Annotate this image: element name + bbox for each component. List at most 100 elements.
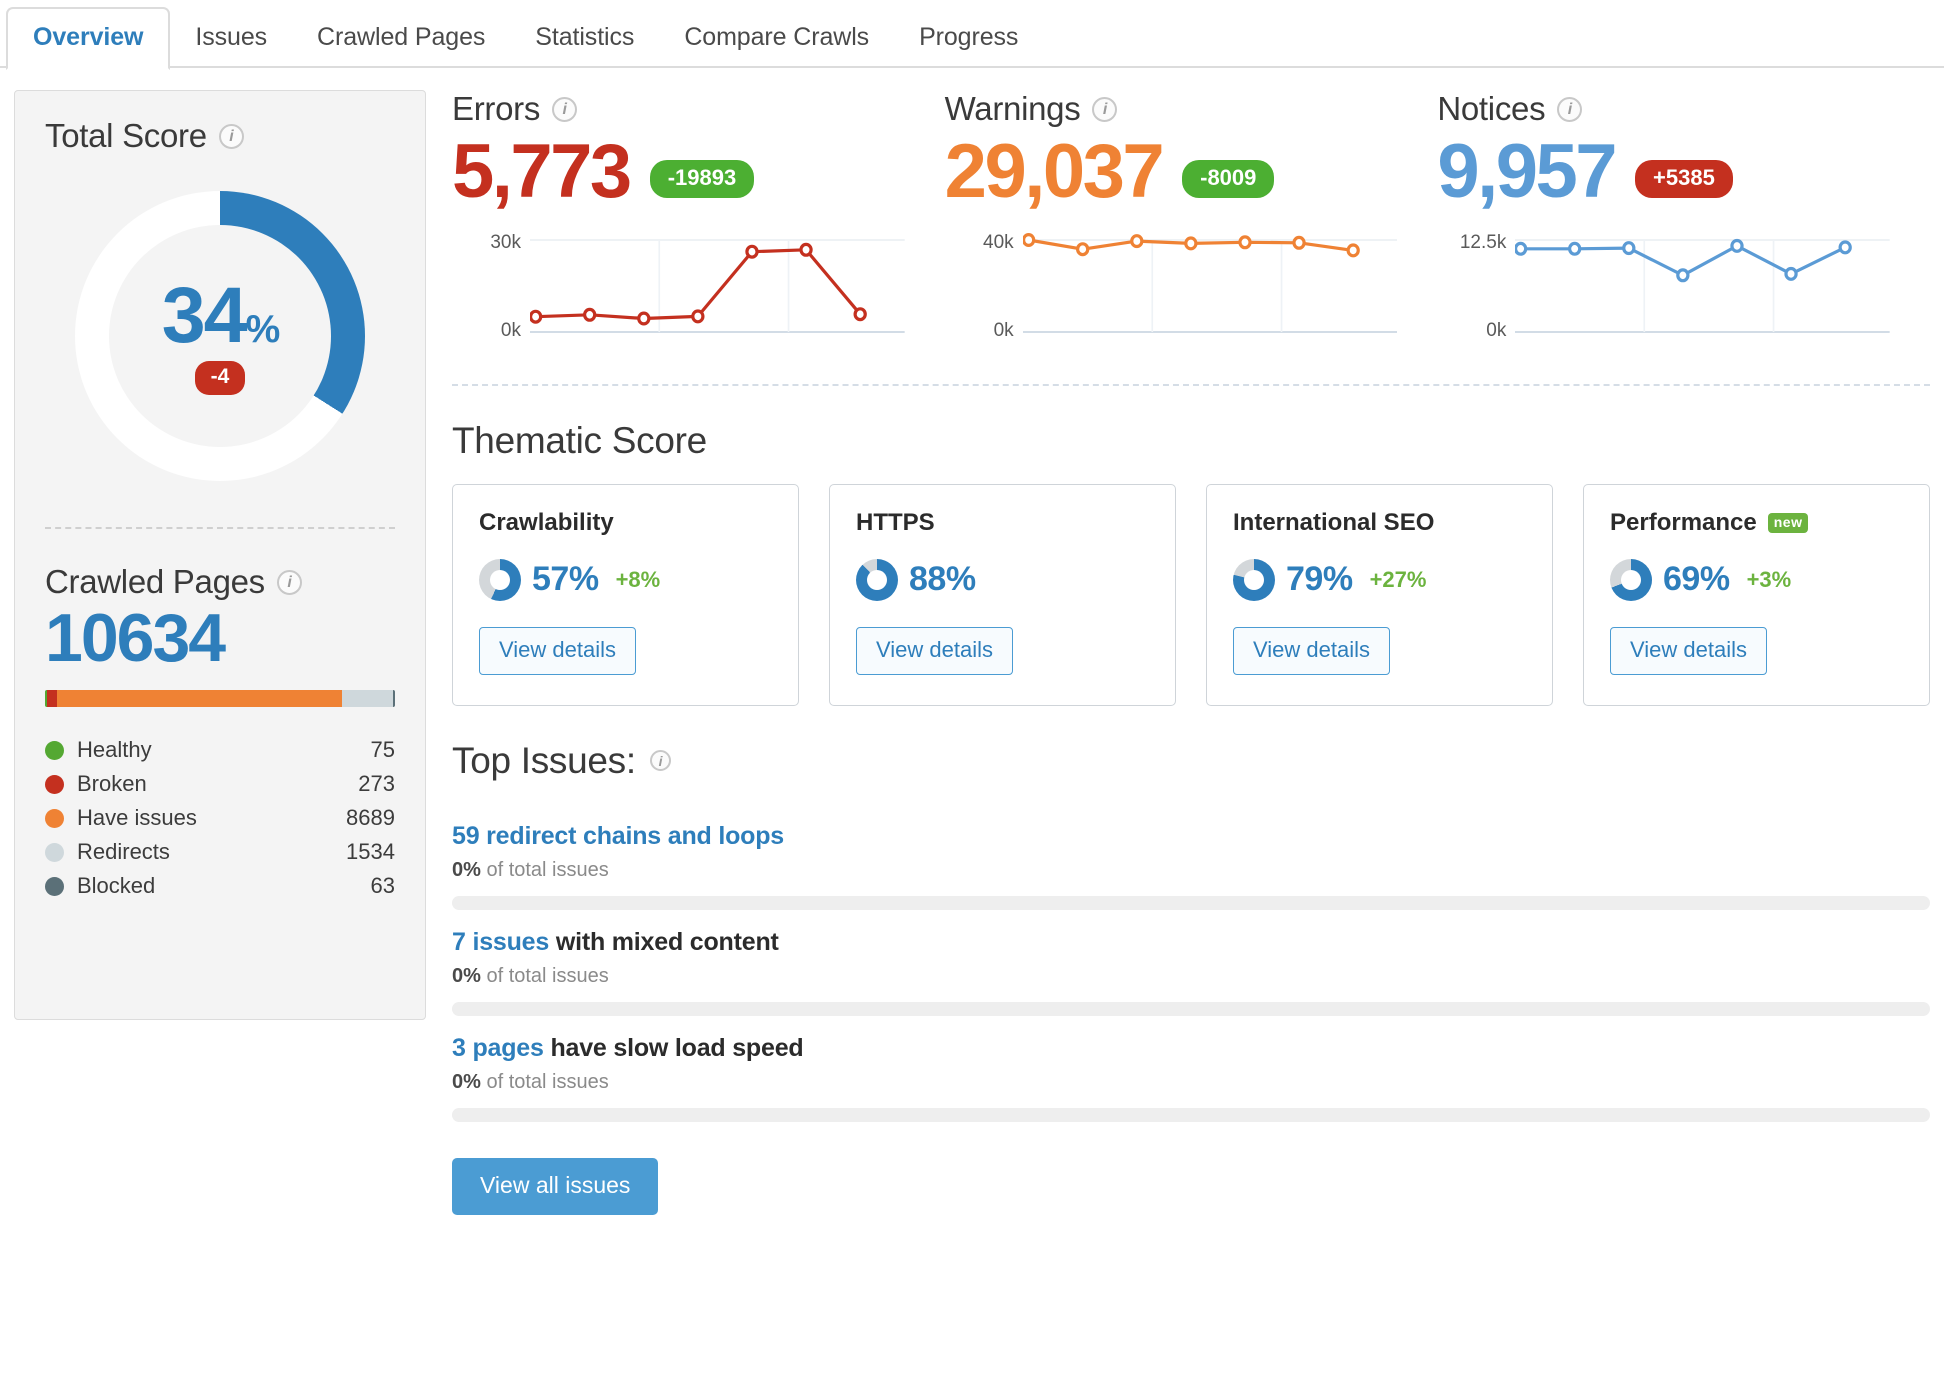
legend-value: 273 [358, 771, 395, 797]
tab-compare-crawls[interactable]: Compare Crawls [659, 9, 894, 68]
info-icon[interactable]: i [649, 750, 671, 772]
issue-link[interactable]: 7 issues [452, 928, 549, 956]
issue-progress-bar [452, 1001, 1930, 1016]
notices-chart[interactable] [1515, 232, 1891, 342]
legend-dot [45, 876, 64, 896]
warnings-label: Warnings [944, 90, 1081, 127]
issue-title: 7 issues with mixed content [452, 928, 1930, 957]
view-details-button[interactable]: View details [479, 626, 636, 675]
info-icon[interactable]: i [1557, 96, 1583, 122]
mini-donut-hole [867, 569, 887, 590]
thematic-delta: +27% [1369, 566, 1427, 592]
legend-row[interactable]: Redirects 1534 [45, 835, 395, 869]
legend-row[interactable]: Broken 273 [45, 767, 395, 801]
metric-warnings: Warnings i 29,037 -8009 40k 0k [945, 90, 1438, 342]
thematic-score-heading: Thematic Score [452, 420, 1930, 462]
top-issues-heading: Top Issues: i [452, 740, 1930, 782]
thematic-percent: 88% [909, 560, 976, 599]
warnings-chart[interactable] [1022, 232, 1398, 342]
issue-subtext: 0% of total issues [452, 859, 1930, 882]
issue-percent: 0% [452, 1070, 481, 1093]
info-icon[interactable]: i [552, 96, 578, 122]
issue-subtext: 0% of total issues [452, 1071, 1930, 1094]
thematic-percent: 69% [1663, 560, 1730, 599]
notices-axis: 12.5k 0k [1437, 232, 1515, 342]
view-all-issues-button[interactable]: View all issues [452, 1157, 659, 1215]
thematic-metric: 88% [856, 558, 1149, 601]
crawled-bar-segment [56, 690, 343, 708]
legend-row[interactable]: Healthy 75 [45, 733, 395, 767]
thematic-delta: +3% [1746, 566, 1792, 592]
errors-axis: 30k 0k [452, 232, 530, 342]
total-score-title: Total Score i [45, 117, 395, 155]
issue-rest: have slow load speed [543, 1033, 804, 1062]
issue-percent-rest: of total issues [480, 1070, 609, 1093]
metric-notices: Notices i 9,957 +5385 12.5k 0k [1437, 90, 1930, 342]
thematic-card: Performance new 69% +3% View details [1583, 483, 1930, 706]
issue-progress-bar [452, 1107, 1930, 1122]
crawled-pages-total: 10634 [45, 600, 226, 676]
score-number: 34 [161, 270, 248, 360]
tab-crawled-pages[interactable]: Crawled Pages [292, 9, 510, 68]
thematic-score-label: Thematic Score [452, 419, 707, 461]
issue-row: 3 pages have slow load speed 0% of total … [452, 1016, 1930, 1122]
view-details-button[interactable]: View details [1233, 626, 1390, 675]
legend-dot [45, 808, 64, 828]
thematic-card-label: International SEO [1233, 508, 1435, 536]
thematic-card-title: Performance new [1610, 509, 1903, 537]
issue-link[interactable]: 3 pages [452, 1034, 544, 1062]
crawled-bar-segment [47, 690, 57, 708]
legend-label: Blocked [77, 873, 156, 899]
metric-errors: Errors i 5,773 -19893 30k 0k [452, 90, 945, 342]
legend-value: 1534 [346, 839, 395, 865]
errors-chart[interactable] [530, 232, 905, 342]
thematic-metric: 57% +8% [479, 558, 772, 601]
warnings-delta-badge: -8009 [1182, 159, 1275, 198]
errors-axis-top: 30k [490, 231, 521, 253]
crawled-pages-legend: Healthy 75 Broken 273 Have issues 8689 Redirec… [45, 733, 395, 903]
notices-title: Notices i [1437, 90, 1890, 128]
issue-title: 59 redirect chains and loops [452, 822, 1930, 851]
issue-link[interactable]: 59 redirect chains and loops [452, 822, 784, 850]
legend-dot [45, 740, 64, 760]
new-badge: new [1767, 512, 1809, 533]
legend-dot [45, 842, 64, 862]
info-icon[interactable]: i [218, 123, 244, 149]
legend-row[interactable]: Have issues 8689 [45, 801, 395, 835]
issue-percent-rest: of total issues [480, 964, 609, 987]
tab-overview[interactable]: Overview [6, 7, 171, 70]
tab-bar: Overview Issues Crawled Pages Statistics… [0, 0, 1944, 70]
thematic-cards: Crawlability 57% +8% View details HTTPS 88% Vi… [452, 483, 1930, 706]
score-percent-sign: % [245, 308, 281, 352]
legend-row[interactable]: Blocked 63 [45, 869, 395, 903]
total-score-delta-badge: -4 [194, 361, 246, 395]
thematic-metric: 69% +3% [1610, 558, 1903, 601]
tab-issues[interactable]: Issues [170, 9, 292, 68]
crawled-bar-segment [342, 690, 393, 708]
total-score-panel: Total Score i 34% -4 Crawled Pages i 106… [14, 90, 426, 1020]
errors-value-row: 5,773 -19893 [452, 132, 905, 212]
errors-axis-bottom: 0k [500, 319, 521, 341]
total-score-donut: 34% -4 [75, 191, 365, 481]
legend-label: Broken [77, 771, 147, 797]
legend-value: 8689 [346, 805, 395, 831]
total-score-label: Total Score [45, 117, 207, 154]
info-icon[interactable]: i [1092, 96, 1118, 122]
tab-progress[interactable]: Progress [894, 9, 1043, 68]
warnings-sparkline: 40k 0k [945, 232, 1398, 342]
info-icon[interactable]: i [276, 569, 302, 595]
legend-dot [45, 774, 64, 794]
view-details-button[interactable]: View details [1610, 626, 1767, 675]
issue-rest: with mixed content [549, 927, 779, 956]
thematic-percent: 57% [532, 560, 599, 599]
tab-statistics[interactable]: Statistics [510, 9, 659, 68]
metrics-row: Errors i 5,773 -19893 30k 0k Warnings i … [452, 90, 1930, 342]
thematic-card-label: HTTPS [856, 508, 935, 536]
mini-donut-icon [479, 558, 521, 601]
mini-donut-icon [1610, 558, 1652, 601]
total-score-value: 34% [162, 275, 281, 354]
top-issues-list: 59 redirect chains and loops 0% of total … [452, 804, 1930, 1122]
view-details-button[interactable]: View details [856, 626, 1013, 675]
issue-row: 7 issues with mixed content 0% of total i… [452, 910, 1930, 1016]
issue-row: 59 redirect chains and loops 0% of total … [452, 804, 1930, 910]
